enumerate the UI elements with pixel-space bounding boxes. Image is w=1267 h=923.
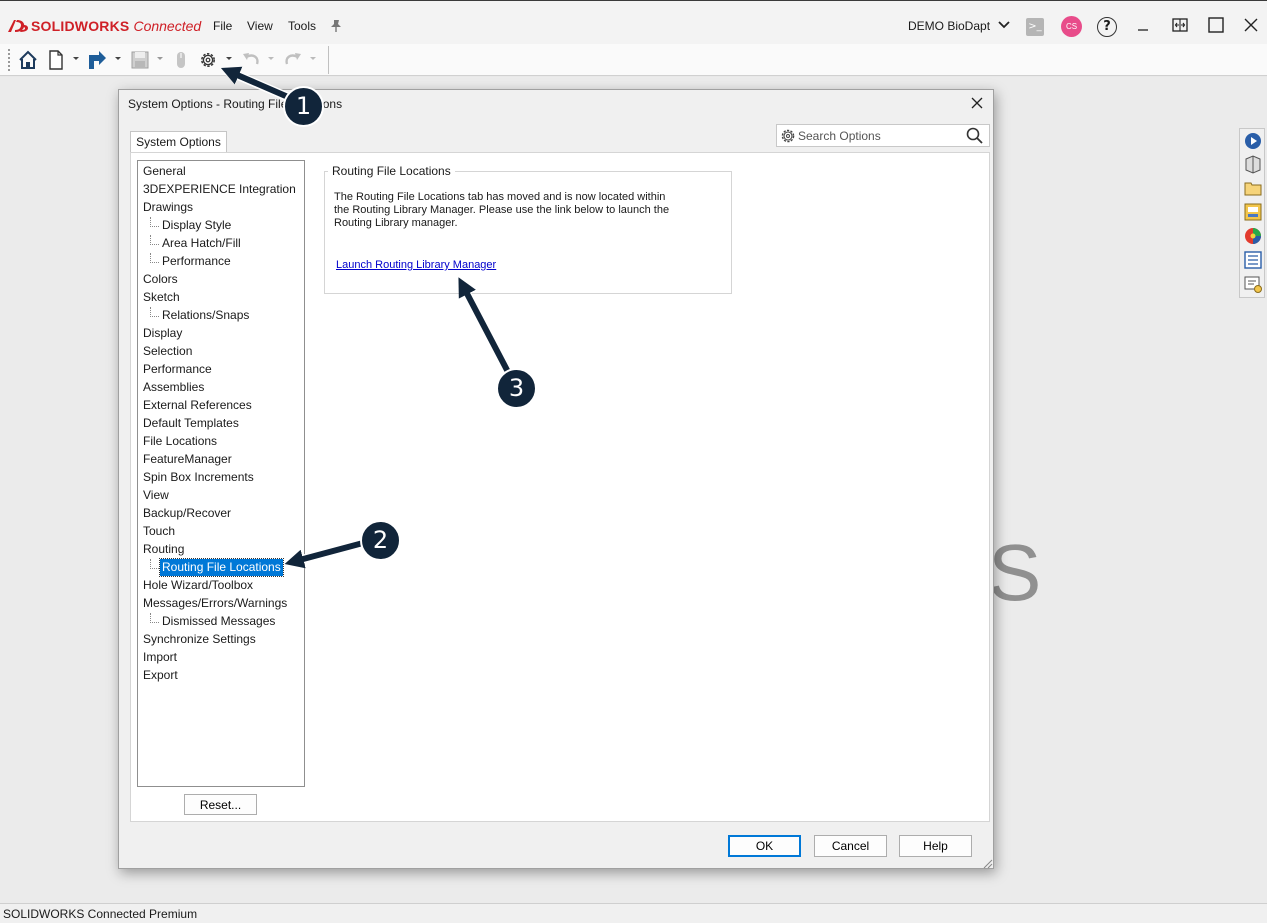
description-line: The Routing File Locations tab has moved… bbox=[334, 191, 666, 203]
tree-item[interactable]: Hole Wizard/Toolbox bbox=[141, 577, 255, 594]
new-document-icon[interactable] bbox=[45, 49, 67, 71]
background-watermark: S bbox=[988, 528, 1042, 617]
tree-item[interactable]: Performance bbox=[150, 253, 233, 270]
file-explorer-icon[interactable] bbox=[1243, 178, 1263, 198]
tree-item[interactable]: Display bbox=[141, 325, 184, 342]
undo-icon[interactable] bbox=[240, 49, 262, 71]
app-logo: SOLIDWORKS Connected bbox=[6, 15, 201, 37]
options-dropdown-icon[interactable] bbox=[225, 56, 233, 62]
tree-item[interactable]: Synchronize Settings bbox=[141, 631, 258, 648]
design-library-icon[interactable] bbox=[1243, 154, 1263, 174]
undo-dropdown-icon[interactable] bbox=[267, 56, 275, 62]
tree-item[interactable]: Import bbox=[141, 649, 179, 666]
redo-icon[interactable] bbox=[282, 49, 304, 71]
routing-file-locations-group bbox=[324, 171, 732, 294]
toolbar-separator bbox=[328, 46, 329, 74]
tree-item[interactable]: FeatureManager bbox=[141, 451, 234, 468]
annotation-badge-3: 3 bbox=[496, 368, 537, 409]
task-pane-tabs bbox=[1239, 128, 1265, 298]
new-dropdown-icon[interactable] bbox=[72, 56, 80, 62]
tree-item[interactable]: Spin Box Increments bbox=[141, 469, 256, 486]
tree-item[interactable]: Assemblies bbox=[141, 379, 206, 396]
home-icon[interactable] bbox=[17, 49, 39, 71]
system-options-dialog: System Options - Routing File Locations … bbox=[118, 89, 994, 869]
custom-properties-icon[interactable] bbox=[1243, 250, 1263, 270]
appearances-icon[interactable] bbox=[1243, 226, 1263, 246]
title-bar: SOLIDWORKS Connected File View Tools DEM… bbox=[0, 0, 1267, 44]
tree-item[interactable]: 3DEXPERIENCE Integration bbox=[141, 181, 298, 198]
open-dropdown-icon[interactable] bbox=[114, 56, 122, 62]
resize-grip-icon[interactable] bbox=[981, 857, 993, 869]
brand-name: SOLIDWORKS bbox=[31, 18, 130, 34]
dialog-close-icon[interactable] bbox=[970, 96, 984, 110]
standard-toolbar bbox=[0, 44, 1267, 76]
tree-item[interactable]: Performance bbox=[141, 361, 214, 378]
gear-icon[interactable] bbox=[780, 128, 796, 144]
tree-item[interactable]: Messages/Errors/Warnings bbox=[141, 595, 289, 612]
reset-button[interactable]: Reset... bbox=[184, 794, 257, 815]
tree-item[interactable]: General bbox=[141, 163, 188, 180]
command-prompt-icon[interactable]: >_ bbox=[1026, 18, 1044, 36]
avatar[interactable]: CS bbox=[1061, 16, 1082, 37]
group-title: Routing File Locations bbox=[328, 164, 455, 178]
tree-item[interactable]: Touch bbox=[141, 523, 177, 540]
annotation-badge-1: 1 bbox=[283, 86, 324, 127]
save-dropdown-icon[interactable] bbox=[156, 56, 164, 62]
close-icon[interactable] bbox=[1241, 15, 1261, 35]
redo-dropdown-icon[interactable] bbox=[309, 56, 317, 62]
chevron-down-icon[interactable] bbox=[998, 20, 1010, 30]
tree-item[interactable]: Selection bbox=[141, 343, 194, 360]
cancel-button[interactable]: Cancel bbox=[814, 835, 887, 857]
brand-edition: Connected bbox=[133, 18, 202, 34]
annotation-badge-2: 2 bbox=[360, 520, 401, 561]
group-description: The Routing File Locations tab has moved… bbox=[334, 191, 714, 230]
minimize-icon[interactable] bbox=[1133, 15, 1153, 35]
help-button[interactable]: Help bbox=[899, 835, 972, 857]
menu-view[interactable]: View bbox=[247, 19, 273, 33]
tile-windows-icon[interactable] bbox=[1170, 15, 1190, 35]
open-arrow-icon[interactable] bbox=[86, 49, 108, 71]
menu-file[interactable]: File bbox=[213, 19, 232, 33]
save-icon[interactable] bbox=[129, 49, 151, 71]
status-text: SOLIDWORKS Connected Premium bbox=[3, 907, 198, 921]
options-tree[interactable]: General 3DEXPERIENCE Integration Drawings D… bbox=[137, 160, 305, 787]
options-gear-icon[interactable] bbox=[197, 49, 219, 71]
tree-item[interactable]: Colors bbox=[141, 271, 180, 288]
ds-logo-icon bbox=[8, 20, 28, 32]
view-palette-icon[interactable] bbox=[1243, 202, 1263, 222]
tab-system-options[interactable]: System Options bbox=[130, 131, 227, 153]
search-icon[interactable] bbox=[965, 127, 985, 145]
maximize-icon[interactable] bbox=[1206, 15, 1226, 35]
tree-item[interactable]: Relations/Snaps bbox=[149, 307, 251, 324]
tree-item[interactable]: Area Hatch/Fill bbox=[150, 235, 243, 252]
print-icon[interactable] bbox=[170, 49, 192, 71]
tree-item[interactable]: File Locations bbox=[141, 433, 219, 450]
tree-item[interactable]: Dismissed Messages bbox=[149, 613, 277, 630]
tree-item[interactable]: Drawings bbox=[141, 199, 195, 216]
user-name[interactable]: DEMO BioDapt bbox=[908, 19, 990, 33]
search-options-box[interactable] bbox=[776, 124, 990, 147]
status-bar: SOLIDWORKS Connected Premium bbox=[0, 903, 1267, 923]
tree-item[interactable]: Sketch bbox=[141, 289, 182, 306]
ok-button[interactable]: OK bbox=[728, 835, 801, 857]
tree-item[interactable]: Backup/Recover bbox=[141, 505, 233, 522]
tree-item[interactable]: Export bbox=[141, 667, 180, 684]
forum-icon[interactable] bbox=[1243, 274, 1263, 294]
tree-item[interactable]: View bbox=[141, 487, 171, 504]
tree-item[interactable]: Default Templates bbox=[141, 415, 241, 432]
toolbar-grip[interactable] bbox=[8, 49, 10, 71]
help-icon[interactable]: ? bbox=[1097, 17, 1117, 37]
tree-item[interactable]: Display Style bbox=[149, 217, 233, 234]
tree-item[interactable]: Routing bbox=[141, 541, 186, 558]
description-line: the Routing Library Manager. Please use … bbox=[334, 204, 670, 216]
menu-tools[interactable]: Tools bbox=[288, 19, 316, 33]
solidworks-resources-icon[interactable] bbox=[1243, 131, 1263, 151]
search-options-input[interactable] bbox=[798, 127, 963, 144]
description-line: Routing Library manager. bbox=[334, 217, 458, 229]
tree-item[interactable]: External References bbox=[141, 397, 254, 414]
launch-routing-library-manager-link[interactable]: Launch Routing Library Manager bbox=[336, 259, 496, 271]
tree-item[interactable]: Routing File Locations bbox=[150, 558, 284, 577]
pin-icon[interactable] bbox=[330, 19, 342, 33]
